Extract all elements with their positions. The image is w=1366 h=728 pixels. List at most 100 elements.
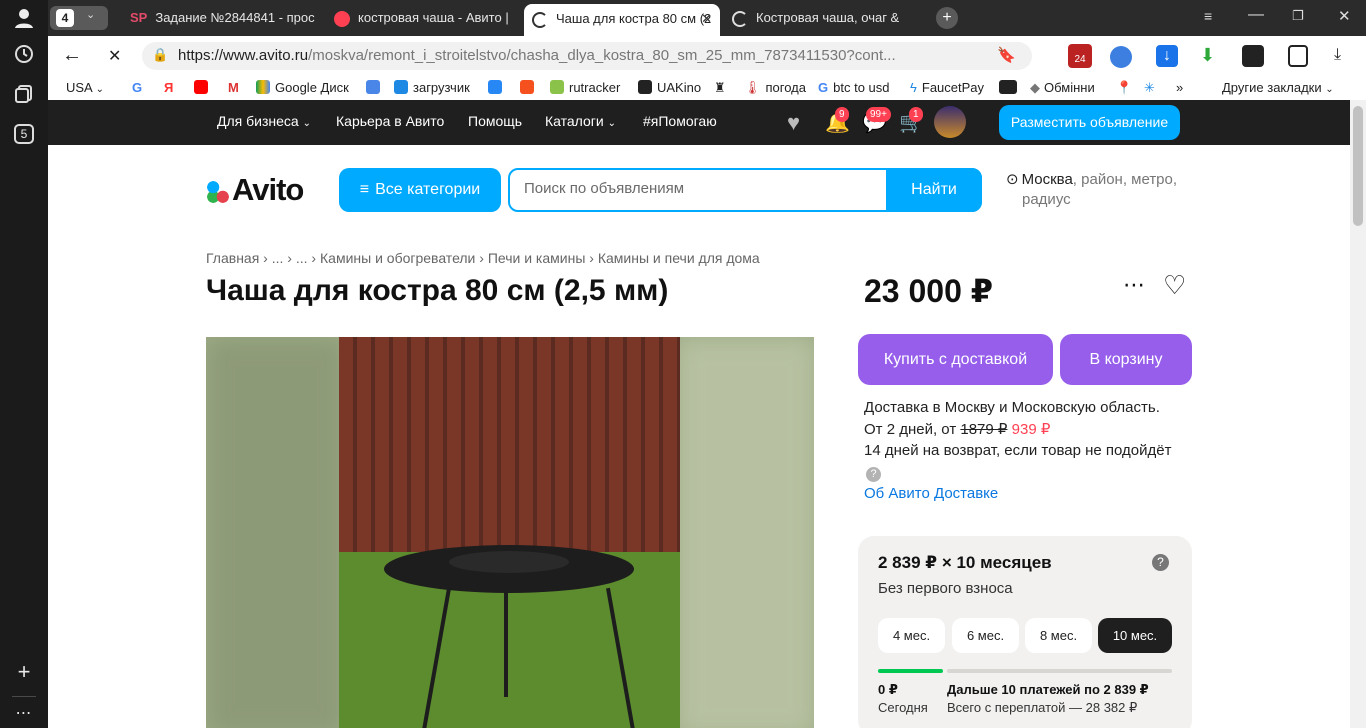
bookmark-icon[interactable]: 🔖 xyxy=(997,46,1016,64)
maps-icon[interactable]: 📍 xyxy=(1116,78,1132,98)
scrollbar[interactable] xyxy=(1350,100,1366,728)
tab-task[interactable]: SP Задание №2844841 - прос xyxy=(130,4,326,32)
add-to-cart-button[interactable]: В корзину xyxy=(1060,334,1192,385)
nav-help[interactable]: Помощь xyxy=(468,113,522,129)
bookmark-label: погода xyxy=(765,80,807,95)
faucetpay-icon: ϟ xyxy=(910,80,917,95)
all-categories-button[interactable]: ≡ Все категории xyxy=(339,168,501,212)
collections-icon[interactable] xyxy=(12,84,36,108)
crumb-home[interactable]: Главная xyxy=(206,250,259,266)
translate-ext-icon[interactable] xyxy=(1110,46,1132,68)
about-delivery-link[interactable]: Об Авито Доставке xyxy=(864,485,998,502)
window-close-icon[interactable]: ✕ xyxy=(1338,7,1351,25)
cart-badge: 1 xyxy=(909,107,923,122)
nav-catalogs[interactable]: Каталоги ⌄ xyxy=(545,113,616,129)
google-icon[interactable]: G xyxy=(132,78,142,98)
photo-gallery[interactable] xyxy=(206,337,814,728)
next-payments: Дальше 10 платежей по 2 839 ₽ xyxy=(947,682,1149,697)
favorite-heart-icon[interactable]: ♡ xyxy=(1163,270,1186,301)
docs-ext-icon[interactable] xyxy=(1288,45,1308,67)
bookmarks-more[interactable]: » xyxy=(1176,78,1183,98)
more-icon[interactable]: ⋯ xyxy=(12,702,36,726)
more-options-icon[interactable]: ⋯ xyxy=(1123,272,1145,298)
bookmark-gdrive[interactable]: Google Диск xyxy=(256,78,349,98)
vk-icon[interactable] xyxy=(488,78,507,98)
location-extra-2: радиус xyxy=(1022,191,1071,208)
scroll-thumb[interactable] xyxy=(1353,106,1363,226)
new-tab-button[interactable]: + xyxy=(936,7,958,29)
avito-favicon-icon xyxy=(334,10,350,27)
favorites-icon[interactable]: ♥ xyxy=(787,110,800,136)
avatar[interactable] xyxy=(934,106,966,138)
bookmark-weather[interactable]: 🌡 погода xyxy=(744,78,806,98)
yandex-icon[interactable]: Я xyxy=(164,78,173,98)
crumb[interactable]: ... xyxy=(296,250,308,266)
tab-count: 4 xyxy=(56,9,74,27)
crumb[interactable]: Камины и обогреватели xyxy=(320,250,475,266)
tab-listing-active[interactable]: Чаша для костра 80 см (2 ✕ xyxy=(524,4,720,36)
add-panel-icon[interactable]: + xyxy=(12,660,36,684)
bookmarks-other[interactable]: Другие закладки ⌄ xyxy=(1222,78,1334,98)
gmail-icon[interactable]: M xyxy=(228,78,239,98)
download-arrow-icon[interactable]: ⬇ xyxy=(1200,45,1215,66)
bookmark-faucetpay[interactable]: ϟ FaucetPay xyxy=(910,78,984,98)
figma-bm-icon[interactable] xyxy=(520,78,539,98)
location-selector[interactable]: ⊙ Москва, район, метро, радиус xyxy=(1006,170,1177,210)
history-icon[interactable] xyxy=(12,44,36,68)
place-ad-button[interactable]: Разместить объявление xyxy=(999,105,1180,140)
search-input[interactable] xyxy=(524,180,884,197)
tab-title: костровая чаша - Авито | xyxy=(358,10,509,25)
drive-icon xyxy=(256,80,270,94)
remaining-progress xyxy=(947,669,1172,673)
term-10-selected[interactable]: 10 мес. xyxy=(1098,618,1172,653)
bookmark-usa[interactable]: USA ⌄ xyxy=(66,78,104,98)
term-8[interactable]: 8 мес. xyxy=(1025,618,1092,653)
extension-badge[interactable]: 24 xyxy=(1068,44,1092,68)
bookmark-uakino[interactable]: UAKino xyxy=(638,78,701,98)
buy-delivery-button[interactable]: Купить с доставкой xyxy=(858,334,1053,385)
tab-other[interactable]: Костровая чаша, очаг & xyxy=(732,4,912,32)
bookmarks-bar: USA ⌄ G Я M Google Диск загрузчик rutrac… xyxy=(48,76,1366,100)
term-4[interactable]: 4 мес. xyxy=(878,618,945,653)
help-icon[interactable]: ? xyxy=(1152,554,1169,571)
avito-logo[interactable]: Avito xyxy=(206,172,304,208)
nav-ihelp[interactable]: #яПомогаю xyxy=(643,113,717,129)
crumb[interactable]: Печи и камины xyxy=(488,250,586,266)
star-icon[interactable]: ✳ xyxy=(1144,78,1155,98)
blurred-background xyxy=(206,337,346,728)
tab-search[interactable]: костровая чаша - Авито | xyxy=(334,4,520,32)
bookmark-label: Обмінни xyxy=(1044,80,1095,95)
translate-bm-icon[interactable] xyxy=(366,78,385,98)
chess-icon[interactable]: ♜ xyxy=(714,78,726,98)
term-6[interactable]: 6 мес. xyxy=(952,618,1019,653)
share-ext-icon[interactable] xyxy=(1242,45,1264,67)
delivery-info: Доставка в Москву и Московскую область. xyxy=(864,399,1160,416)
restore-icon[interactable]: ❐ xyxy=(1292,8,1304,24)
bookmark-btc[interactable]: Gbtc to usd xyxy=(818,78,890,98)
back-icon[interactable]: ← xyxy=(62,44,82,67)
bookmark-loader[interactable]: загрузчик xyxy=(394,78,470,98)
downloads-icon[interactable]: ⤓ xyxy=(1334,46,1341,64)
bookmark-exchange[interactable]: ◆ Обмінни xyxy=(1030,78,1095,98)
download-ext-icon[interactable]: ↓ xyxy=(1156,45,1178,67)
total-with-overpay: Всего с переплатой — 28 382 ₽ xyxy=(947,700,1138,715)
menu-icon[interactable]: ≡ xyxy=(1204,8,1212,24)
nav-business[interactable]: Для бизнеса ⌄ xyxy=(217,113,311,129)
crumb[interactable]: ... xyxy=(272,250,284,266)
find-button[interactable]: Найти xyxy=(886,168,982,212)
crumb[interactable]: Камины и печи для дома xyxy=(598,250,760,266)
bc-icon[interactable] xyxy=(999,78,1022,98)
tab-group-button[interactable]: 4 ⌄ xyxy=(50,6,108,30)
close-icon[interactable]: ✕ xyxy=(701,4,712,34)
stop-icon[interactable]: ✕ xyxy=(108,46,121,66)
profile-icon[interactable] xyxy=(12,8,36,32)
bookmark-rutracker[interactable]: rutracker xyxy=(550,78,620,98)
main-photo[interactable] xyxy=(339,337,680,728)
youtube-icon[interactable] xyxy=(194,78,213,98)
help-icon[interactable]: ? xyxy=(866,467,881,482)
sidebar-badge[interactable]: 5 xyxy=(14,124,34,144)
nav-career[interactable]: Карьера в Авито xyxy=(336,113,444,129)
address-field[interactable]: 🔒 https://www.avito.ru/moskva/remont_i_s… xyxy=(142,42,1032,70)
minimize-icon[interactable]: — xyxy=(1248,6,1264,24)
uakino-icon xyxy=(638,80,652,94)
